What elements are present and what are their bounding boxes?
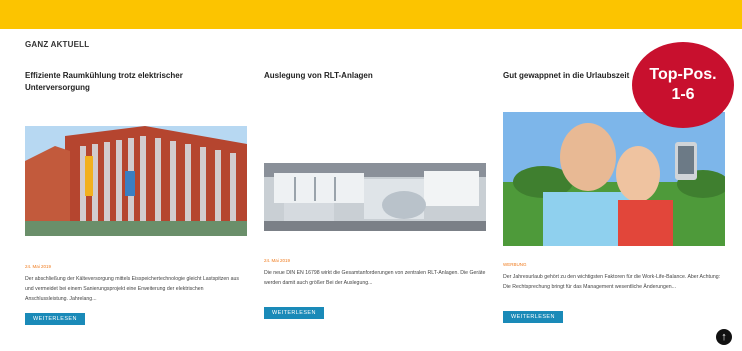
article-title[interactable]: Auslegung von RLT-Anlagen <box>264 70 486 112</box>
read-more-button[interactable]: WEITERLESEN <box>503 311 563 323</box>
article-teaser: Der Jahresurlaub gehört zu den wichtigst… <box>503 274 721 290</box>
badge-line-1: Top-Pos. <box>649 66 717 83</box>
article-card-2: Auslegung von RLT-Anlagen 24. Mai 2019 D… <box>264 70 486 319</box>
arrow-up-icon[interactable]: ↑ <box>716 329 732 345</box>
article-title[interactable]: Effiziente Raumkühlung trotz elektrische… <box>25 70 247 112</box>
section-title: GANZ AKTUELL <box>25 40 90 49</box>
article-date: WERBUNG <box>503 262 527 267</box>
top-position-badge: Top-Pos. 1-6 <box>632 42 734 128</box>
article-image-vacation[interactable] <box>503 112 725 246</box>
article-image-building[interactable] <box>25 126 247 236</box>
top-bar <box>0 0 742 29</box>
read-more-button[interactable]: WEITERLESEN <box>25 313 85 325</box>
article-image-hvac[interactable] <box>264 163 486 231</box>
article-card-1: Effiziente Raumkühlung trotz elektrische… <box>25 70 247 325</box>
badge-line-2: 1-6 <box>671 86 695 103</box>
article-teaser: Die neue DIN EN 16798 wirkt die Gesamtan… <box>264 270 486 286</box>
article-date: 24. Mai 2019 <box>25 264 52 269</box>
read-more-button[interactable]: WEITERLESEN <box>264 307 324 319</box>
article-teaser: Der abschließung der Kälteversorgung mit… <box>25 276 239 302</box>
article-date: 24. Mai 2019 <box>264 258 291 263</box>
